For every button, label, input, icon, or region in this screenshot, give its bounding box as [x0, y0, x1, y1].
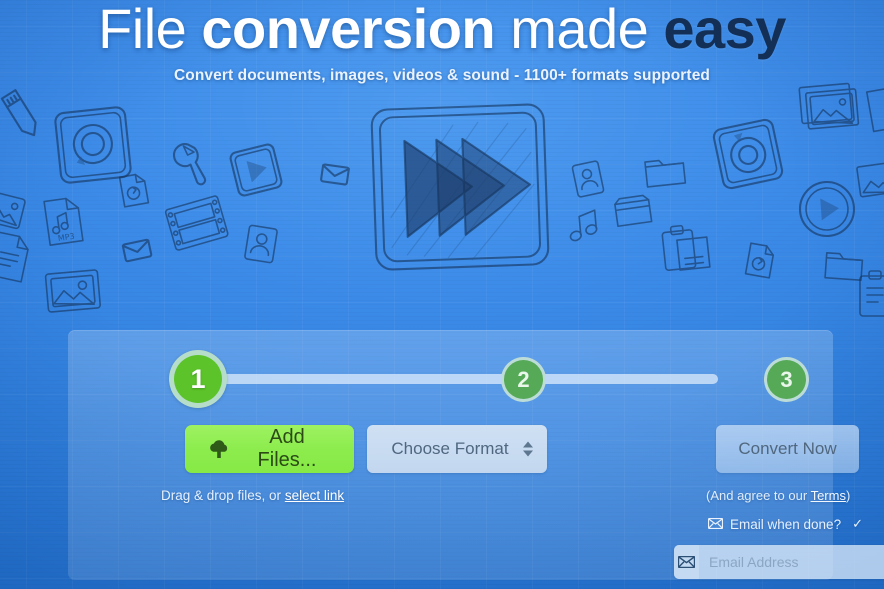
email-when-done-toggle[interactable]: Email when done? ✓	[707, 516, 884, 532]
sync-file-icon	[118, 173, 150, 208]
fast-forward-square-icon	[370, 103, 550, 271]
envelope-icon	[121, 238, 153, 263]
page-subtitle: Convert documents, images, videos & soun…	[174, 67, 710, 84]
step-progress-rail	[194, 374, 718, 384]
terms-suffix: )	[845, 488, 851, 503]
step-one-column: Add Files... Drag & drop files, or selec…	[94, 425, 354, 503]
drag-drop-text: Drag & drop files, or	[161, 488, 285, 503]
mp3-file-icon: MP3	[43, 197, 84, 246]
step-indicator-2[interactable]: 2	[501, 357, 546, 402]
choose-format-select[interactable]: Choose Format	[367, 425, 547, 473]
wrench-icon	[172, 143, 207, 186]
terms-link[interactable]: Terms	[811, 488, 846, 503]
convert-now-button[interactable]: Convert Now	[716, 425, 859, 473]
terms-prefix: (And agree to our	[706, 488, 811, 503]
contact-card-icon	[244, 224, 278, 264]
converter-panel: 1 2 3 Add Files... Drag & drop files, or…	[68, 330, 884, 580]
updown-arrows-icon	[523, 441, 533, 457]
sync-file-icon	[744, 242, 775, 279]
clipboard-icon	[661, 224, 711, 272]
film-strip-icon	[164, 195, 229, 251]
photos-stack-icon	[856, 161, 884, 198]
photos-stack-icon	[798, 82, 860, 130]
select-link[interactable]: select link	[285, 488, 344, 503]
envelope-icon	[707, 517, 724, 532]
email-when-done-label: Email when done?	[730, 516, 842, 532]
step-indicator-3[interactable]: 3	[764, 357, 809, 402]
step-two-column: Choose Format	[367, 425, 547, 473]
video-square-icon	[229, 143, 283, 197]
envelope-icon	[674, 545, 699, 579]
folder-icon	[824, 251, 864, 282]
refresh-square-icon	[54, 106, 132, 184]
cloud-upload-icon	[207, 438, 231, 460]
page-title: File conversion made easy	[0, 0, 884, 57]
play-circle-icon	[798, 180, 856, 238]
step-three-column: Convert Now (And agree to our Terms) Ema…	[640, 425, 884, 579]
add-files-label: Add Files...	[257, 426, 317, 471]
photo-frame-icon	[44, 269, 102, 313]
svg-text:MP3: MP3	[57, 232, 75, 243]
add-files-button[interactable]: Add Files...	[185, 425, 354, 473]
terms-agreement-text: (And agree to our Terms)	[706, 488, 884, 503]
archive-box-icon	[614, 194, 653, 228]
pencil-icon	[0, 89, 37, 137]
music-note-icon	[569, 209, 598, 242]
headline-word-made: made	[495, 0, 664, 60]
photo-frame-icon	[0, 190, 26, 230]
contact-card-icon	[571, 160, 605, 198]
step-indicator-1[interactable]: 1	[169, 350, 227, 408]
clipboard-icon	[859, 270, 884, 317]
email-input[interactable]	[699, 545, 884, 579]
choose-format-label: Choose Format	[391, 439, 509, 458]
document-icon	[0, 231, 29, 283]
hero-section: File conversion made easy Convert docume…	[0, 0, 884, 85]
envelope-icon	[320, 163, 350, 186]
headline-word-file: File	[98, 0, 202, 60]
headline-word-conversion: conversion	[201, 0, 496, 60]
refresh-square-icon	[712, 118, 784, 190]
document-icon	[865, 87, 884, 133]
drag-drop-hint: Drag & drop files, or select link	[161, 488, 354, 503]
checkmark-icon: ✓	[852, 516, 863, 531]
email-input-group	[674, 545, 884, 579]
headline-word-easy: easy	[663, 0, 786, 60]
folder-icon	[644, 159, 687, 188]
